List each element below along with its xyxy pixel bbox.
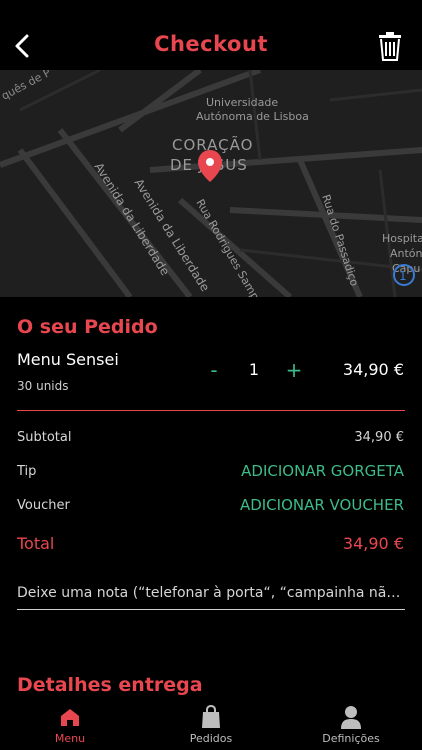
nav-label-menu: Menu bbox=[54, 732, 86, 745]
delete-order-button[interactable] bbox=[376, 30, 404, 62]
add-voucher-button[interactable]: ADICIONAR VOUCHER bbox=[240, 496, 404, 514]
total-value: 34,90 € bbox=[342, 534, 404, 553]
map-label-antonio: Antón bbox=[390, 247, 422, 260]
nav-label-definicoes: Definições bbox=[322, 732, 380, 745]
map-canvas: quês de P Universidade Autónoma de Lisbo… bbox=[0, 70, 422, 297]
map-label-rua-passadico: Rua do Passadiço bbox=[319, 193, 361, 288]
hospital-icon-glyph: 1 bbox=[399, 269, 407, 283]
delivery-map[interactable]: quês de P Universidade Autónoma de Lisbo… bbox=[0, 70, 422, 297]
map-label-hospital: Hospital bbox=[382, 232, 422, 245]
map-label-university: Universidade Autónoma de Lisboa bbox=[196, 96, 309, 123]
item-name: Menu Sensei bbox=[17, 350, 119, 369]
subtotal-label: Subtotal bbox=[17, 430, 72, 445]
user-icon bbox=[281, 704, 421, 730]
nav-item-pedidos[interactable]: Pedidos bbox=[141, 704, 281, 750]
divider bbox=[17, 410, 405, 411]
home-icon bbox=[0, 704, 140, 730]
add-tip-button[interactable]: ADICIONAR GORGETA bbox=[241, 462, 404, 480]
delivery-section-title: Detalhes entrega bbox=[17, 674, 203, 696]
increase-quantity-button[interactable]: + bbox=[285, 358, 303, 382]
note-underline bbox=[17, 609, 405, 610]
decrease-quantity-button[interactable]: - bbox=[206, 358, 222, 382]
quantity-value: 1 bbox=[248, 360, 260, 379]
total-label: Total bbox=[17, 534, 55, 553]
tip-label: Tip bbox=[17, 464, 37, 479]
shopping-bag-icon bbox=[141, 704, 281, 730]
nav-item-definicoes[interactable]: Definições bbox=[281, 704, 421, 750]
note-input[interactable]: Deixe uma nota (“telefonar à porta“, “ca… bbox=[17, 585, 405, 601]
nav-item-menu[interactable]: Menu bbox=[0, 704, 140, 750]
voucher-label: Voucher bbox=[17, 498, 70, 513]
order-section-title: O seu Pedido bbox=[17, 316, 158, 338]
map-label-university-1: Universidade bbox=[206, 96, 278, 109]
item-units: 30 unids bbox=[17, 379, 69, 393]
nav-label-pedidos: Pedidos bbox=[189, 732, 233, 745]
location-pin-icon bbox=[198, 150, 222, 182]
bottom-nav: Menu Pedidos Definições bbox=[0, 702, 422, 750]
page-title: Checkout bbox=[154, 32, 268, 56]
trash-icon bbox=[379, 32, 401, 61]
map-label-university-2: Autónoma de Lisboa bbox=[196, 110, 309, 123]
subtotal-value: 34,90 € bbox=[354, 430, 404, 445]
header: Checkout bbox=[0, 0, 422, 70]
item-price: 34,90 € bbox=[342, 360, 404, 379]
